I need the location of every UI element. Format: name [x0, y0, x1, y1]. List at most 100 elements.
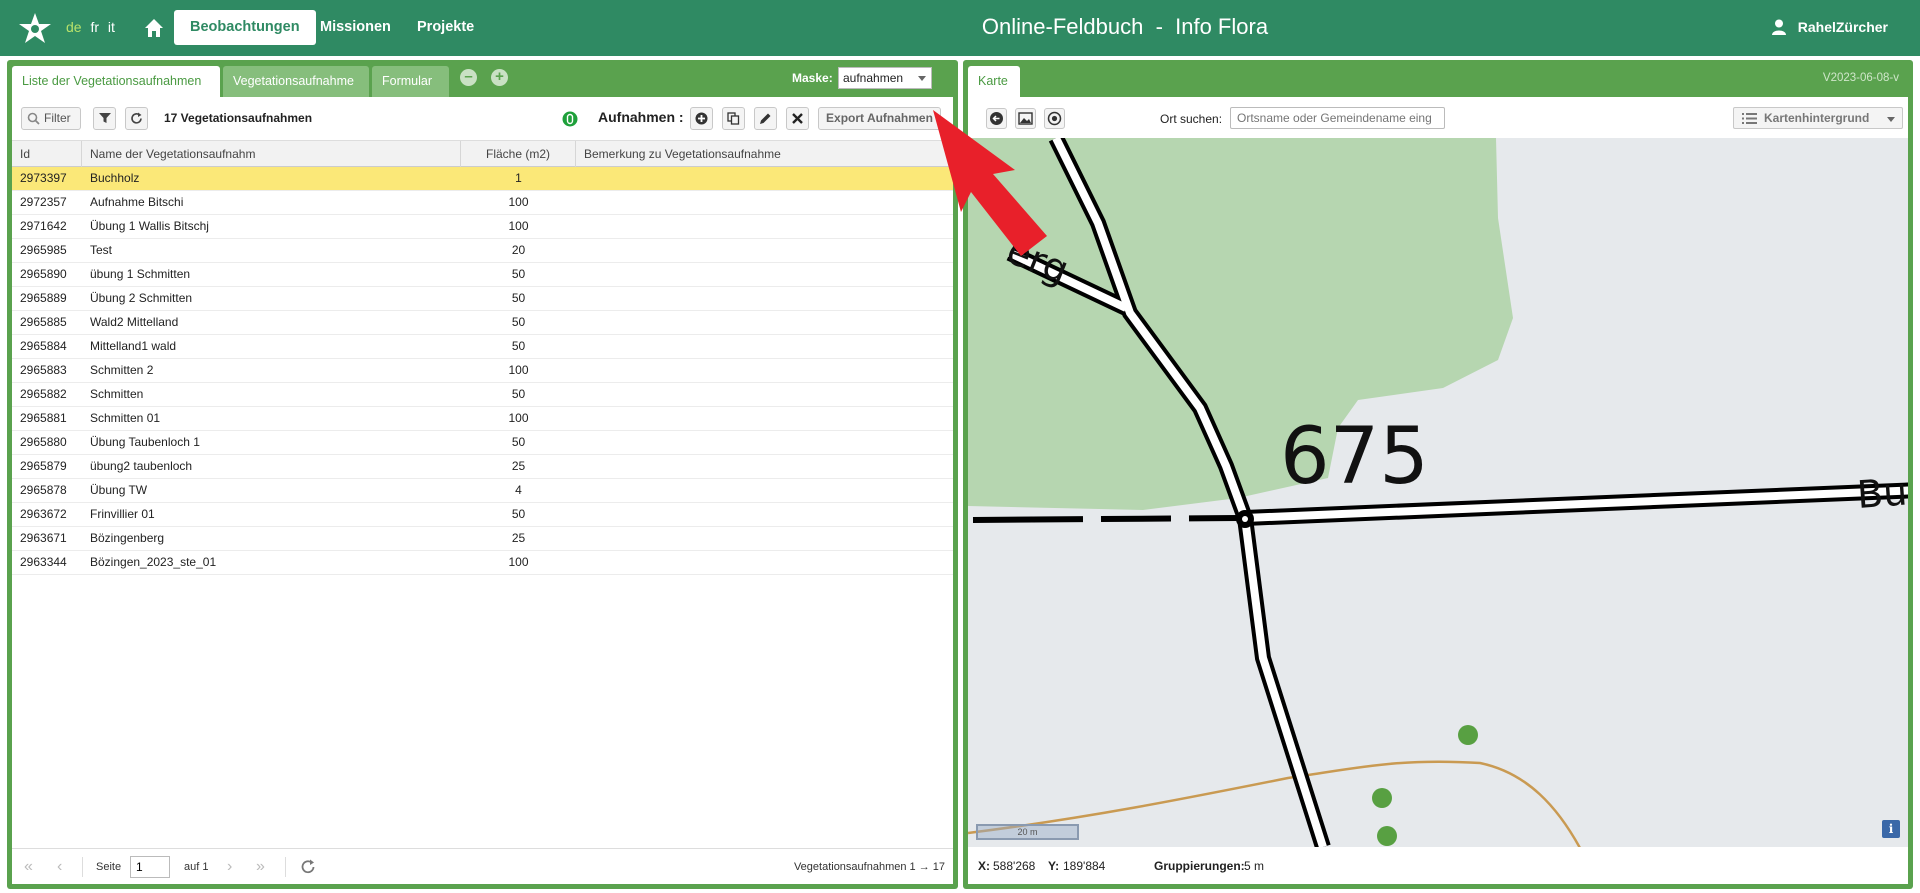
- lang-de[interactable]: de: [66, 19, 82, 35]
- table-row[interactable]: 2963344 Bözingen_2023_ste_01 100: [12, 551, 953, 575]
- table-row[interactable]: 2965880 Übung Taubenloch 1 50: [12, 431, 953, 455]
- map-image-button[interactable]: [1015, 108, 1036, 129]
- aufnahmen-label: Aufnahmen :: [598, 109, 684, 125]
- table-row[interactable]: 2965879 übung2 taubenloch 25: [12, 455, 953, 479]
- edit-record-button[interactable]: [754, 107, 777, 130]
- table-header: Id Name der Vegetationsaufnahm Fläche (m…: [12, 140, 953, 167]
- filter-label: Filter: [44, 111, 71, 125]
- cell-flaeche: 50: [511, 291, 526, 305]
- cell-id: 2963672: [20, 507, 67, 521]
- cell-id: 2963344: [20, 555, 67, 569]
- table-row[interactable]: 2971642 Übung 1 Wallis Bitschj 100: [12, 215, 953, 239]
- column-flaeche[interactable]: Fläche (m2): [461, 141, 576, 167]
- status-indicator-icon: [562, 111, 578, 127]
- add-record-button[interactable]: [690, 107, 713, 130]
- table-row[interactable]: 2965878 Übung TW 4: [12, 479, 953, 503]
- lang-fr[interactable]: fr: [90, 19, 99, 35]
- maske-value: aufnahmen: [843, 71, 904, 85]
- cell-flaeche: 50: [511, 315, 526, 329]
- map-back-button[interactable]: [986, 108, 1007, 129]
- tab-formular[interactable]: Formular: [372, 66, 449, 97]
- x-value: 588'268: [993, 859, 1036, 873]
- home-icon[interactable]: [142, 16, 166, 40]
- page-input[interactable]: [130, 856, 170, 878]
- prev-page-icon[interactable]: ‹: [57, 858, 62, 876]
- cell-flaeche: 100: [508, 363, 529, 377]
- pager: « ‹ Seite auf 1 › » Vegetationsaufnahmen…: [12, 848, 953, 884]
- cell-flaeche: 4: [515, 483, 522, 497]
- add-tab-icon[interactable]: +: [491, 69, 508, 86]
- column-id[interactable]: Id: [12, 141, 82, 167]
- chevron-down-icon: [1887, 117, 1895, 122]
- cell-bemerkung: [584, 215, 944, 238]
- map-background-button[interactable]: Kartenhintergrund: [1733, 107, 1903, 129]
- cell-flaeche: 100: [508, 411, 529, 425]
- funnel-icon: [98, 113, 111, 123]
- cell-flaeche: 100: [508, 195, 529, 209]
- table-row[interactable]: 2965884 Mittelland1 wald 50: [12, 335, 953, 359]
- cell-bemerkung: [584, 335, 944, 358]
- list-panel: Liste der Vegetationsaufnahmen Vegetatio…: [7, 60, 958, 889]
- ort-search-input[interactable]: [1230, 107, 1445, 129]
- cell-flaeche: 50: [511, 339, 526, 353]
- table-row[interactable]: 2973397 Buchholz 1: [12, 167, 953, 191]
- next-page-icon[interactable]: ›: [227, 858, 232, 876]
- table-row[interactable]: 2963672 Frinvillier 01 50: [12, 503, 953, 527]
- cell-id: 2973397: [20, 171, 67, 185]
- cell-flaeche: 100: [508, 555, 529, 569]
- locate-icon: [1047, 111, 1062, 126]
- nav-beobachtungen[interactable]: Beobachtungen: [174, 10, 316, 45]
- table-row[interactable]: 2972357 Aufnahme Bitschi 100: [12, 191, 953, 215]
- record-count: 17 Vegetationsaufnahmen: [164, 111, 313, 125]
- group-value: 5 m: [1244, 859, 1265, 873]
- cell-bemerkung: [584, 551, 944, 574]
- lang-it[interactable]: it: [108, 19, 115, 35]
- cell-id: 2965889: [20, 291, 67, 305]
- last-page-icon[interactable]: »: [256, 858, 265, 876]
- cell-id: 2972357: [20, 195, 67, 209]
- table-row[interactable]: 2965883 Schmitten 2 100: [12, 359, 953, 383]
- table-row[interactable]: 2965889 Übung 2 Schmitten 50: [12, 287, 953, 311]
- chevron-down-icon: [918, 76, 926, 81]
- table-row[interactable]: 2965885 Wald2 Mittelland 50: [12, 311, 953, 335]
- cell-id: 2965884: [20, 339, 67, 353]
- info-icon[interactable]: i: [1882, 820, 1900, 838]
- table-row[interactable]: 2965882 Schmitten 50: [12, 383, 953, 407]
- copy-record-button[interactable]: [722, 107, 745, 130]
- refresh-icon[interactable]: [300, 859, 316, 875]
- cell-flaeche: 50: [511, 267, 526, 281]
- first-page-icon[interactable]: «: [24, 858, 33, 876]
- table-row[interactable]: 2965881 Schmitten 01 100: [12, 407, 953, 431]
- cell-name: Wald2 Mittelland: [90, 315, 179, 329]
- column-bemerkung[interactable]: Bemerkung zu Vegetationsaufnahme: [576, 141, 953, 167]
- tab-karte[interactable]: Karte: [968, 66, 1020, 97]
- x-label: X:: [978, 859, 990, 873]
- refresh-button[interactable]: [125, 107, 148, 130]
- delete-record-button[interactable]: [786, 107, 809, 130]
- column-name[interactable]: Name der Vegetationsaufnahm: [82, 141, 461, 167]
- user-name: RahelZürcher: [1797, 19, 1888, 35]
- add-circle-icon: [695, 112, 708, 125]
- tab-vegetationsaufnahme[interactable]: Vegetationsaufnahme: [223, 66, 369, 97]
- cell-name: Bözingenberg: [90, 531, 165, 545]
- filter-funnel-button[interactable]: [93, 107, 116, 130]
- map-canvas[interactable]: 675 erg Bu 20 m i: [968, 138, 1908, 847]
- remove-tab-icon[interactable]: –: [460, 69, 477, 86]
- table-row[interactable]: 2963671 Bözingenberg 25: [12, 527, 953, 551]
- export-button[interactable]: Export Aufnahmen: [818, 107, 941, 130]
- y-value: 189'884: [1063, 859, 1106, 873]
- nav-missionen[interactable]: Missionen: [304, 10, 407, 45]
- list-icon: [1742, 113, 1757, 124]
- nav-projekte[interactable]: Projekte: [401, 10, 490, 45]
- table-row[interactable]: 2965985 Test 20: [12, 239, 953, 263]
- info-flora-logo-icon[interactable]: [18, 12, 52, 46]
- map-locate-button[interactable]: [1044, 108, 1065, 129]
- maske-select[interactable]: aufnahmen: [838, 67, 932, 89]
- cell-name: Test: [90, 243, 113, 257]
- cell-name: übung 1 Schmitten: [90, 267, 191, 281]
- tab-liste[interactable]: Liste der Vegetationsaufnahmen: [12, 66, 220, 97]
- refresh-icon: [131, 112, 142, 124]
- user-menu[interactable]: RahelZürcher: [1771, 19, 1888, 35]
- filter-button[interactable]: Filter: [21, 107, 81, 130]
- table-row[interactable]: 2965890 übung 1 Schmitten 50: [12, 263, 953, 287]
